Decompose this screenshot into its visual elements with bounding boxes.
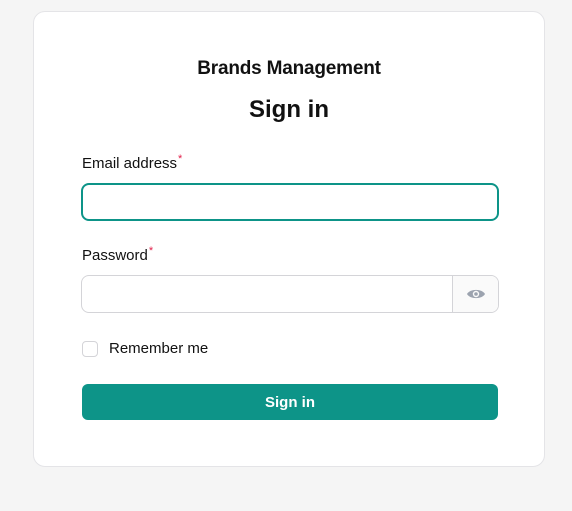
password-label-text: Password (82, 247, 148, 264)
required-marker: * (148, 245, 154, 257)
remember-me-label[interactable]: Remember me (109, 340, 208, 357)
sign-in-card: Brands Management Sign in Email address*… (33, 11, 545, 467)
page-title: Sign in (249, 96, 329, 123)
password-label: Password* (82, 245, 154, 264)
sign-in-button[interactable]: Sign in (82, 384, 498, 420)
remember-me-checkbox[interactable] (82, 340, 98, 357)
show-password-button[interactable] (452, 276, 498, 312)
password-field-group (81, 275, 499, 313)
app-title: Brands Management (197, 58, 381, 79)
required-marker: * (178, 153, 183, 165)
password-field[interactable] (82, 276, 452, 312)
eye-icon (466, 289, 485, 299)
remember-me-row: Remember me (82, 340, 208, 357)
email-label-text: Email address (82, 155, 178, 172)
email-field[interactable] (81, 183, 499, 221)
email-label: Email address* (82, 153, 183, 172)
